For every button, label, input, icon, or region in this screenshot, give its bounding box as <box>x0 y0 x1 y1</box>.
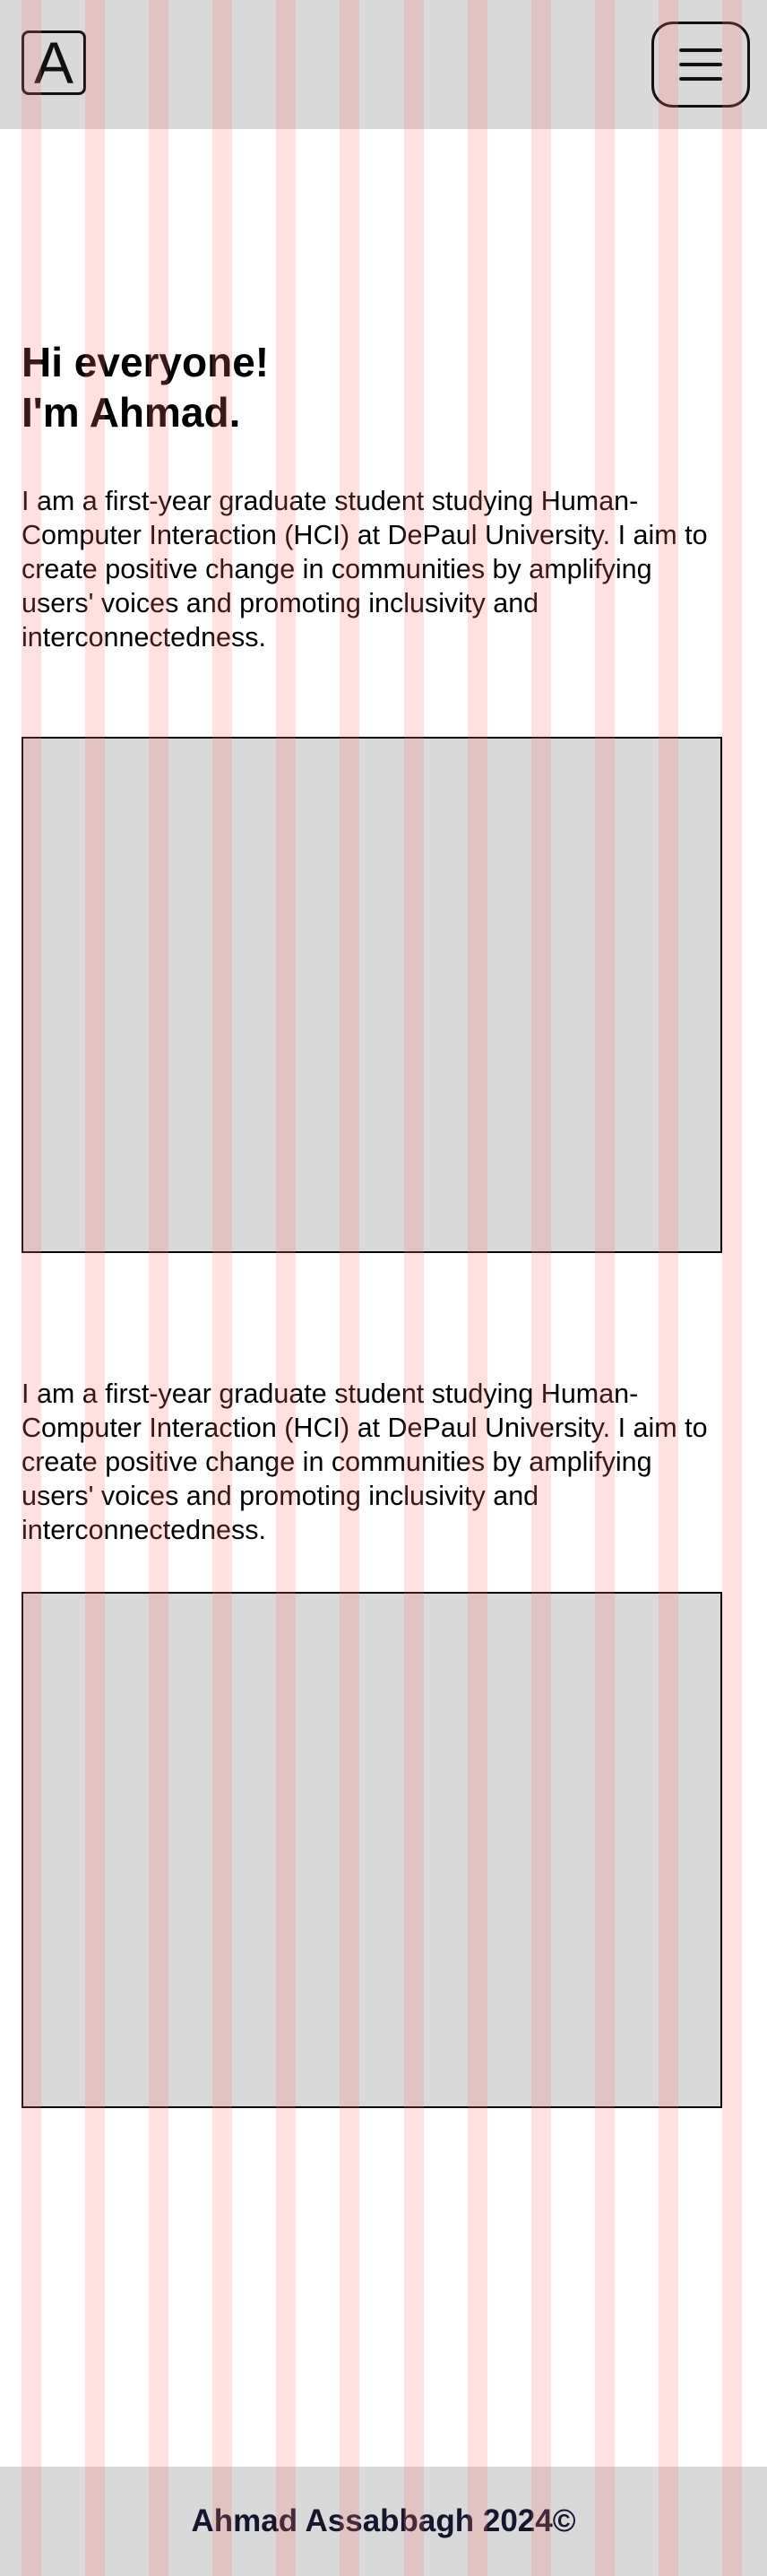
section-paragraph: I am a first-year graduate student study… <box>22 1379 708 1545</box>
grid-column <box>468 0 487 2576</box>
grid-column <box>276 0 296 2576</box>
grid-column <box>595 0 615 2576</box>
site-header: A <box>0 0 767 129</box>
grid-column <box>531 0 551 2576</box>
intro-paragraph: I am a first-year graduate student study… <box>22 486 708 653</box>
hamburger-line <box>679 77 722 81</box>
grid-column <box>340 0 359 2576</box>
hamburger-line <box>679 48 722 52</box>
footer-copyright: Ahmad Assabbagh 2024© <box>191 2503 576 2538</box>
grid-column <box>722 0 742 2576</box>
hero-heading-line1: Hi everyone! <box>22 339 270 385</box>
grid-column <box>659 0 678 2576</box>
logo-letter: A <box>33 30 74 96</box>
hero-heading-line2: I'm Ahmad. <box>22 389 241 436</box>
site-footer: Ahmad Assabbagh 2024© <box>0 2467 767 2576</box>
image-placeholder <box>22 737 722 1253</box>
image-placeholder <box>22 1592 722 2108</box>
grid-column <box>404 0 424 2576</box>
logo[interactable]: A <box>22 30 86 95</box>
hamburger-line <box>679 63 722 66</box>
menu-button[interactable] <box>651 22 750 108</box>
hero-heading: Hi everyone! I'm Ahmad. <box>22 337 269 437</box>
